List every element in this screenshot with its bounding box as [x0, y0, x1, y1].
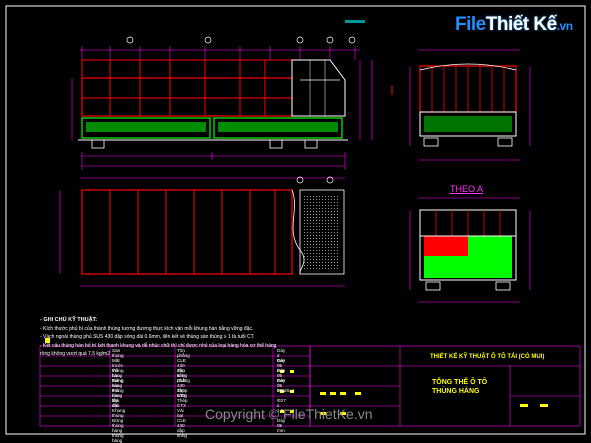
drawing-border — [5, 5, 586, 435]
logo-text-thietke: Thiết Kế — [485, 14, 557, 35]
view-label-theo-a: THEO A — [450, 184, 484, 194]
drawing-title: TỔNG THỂ Ô TÔ THÙNG HÀNG — [432, 378, 487, 396]
front-view — [409, 49, 531, 161]
notes-heading: - GHI CHÚ KỸ THUẬT: — [40, 317, 98, 323]
drawing-title-line1: TỔNG THỂ Ô TÔ — [432, 379, 488, 386]
side-view — [71, 20, 393, 170]
rear-view — [409, 197, 531, 303]
logo-text-vn: .vn — [556, 19, 573, 33]
technical-notes: - GHI CHÚ KỸ THUẬT: - Kích thước phủ bì … — [40, 316, 276, 359]
notes-line: - Vách ngoài thùng phủ SUS 430 dập sóng … — [40, 334, 255, 341]
notes-line: rồng không vượt quá 7,5 kg/m2 — [40, 351, 110, 358]
filethietke-logo: FileThiết Kế.vn — [455, 14, 573, 36]
project-title: THIẾT KẾ KỸ THUẬT Ô TÔ TẢI (CÓ MUI) — [430, 354, 545, 360]
notes-line: - Kích thước phủ bì của thành thùng tươn… — [40, 325, 254, 332]
notes-line: - Kết cấu thùng hàn bố trí bởi thanh khu… — [40, 342, 277, 349]
top-view — [59, 176, 345, 287]
drawing-title-line2: THÙNG HÀNG — [432, 388, 480, 395]
logo-text-file: File — [455, 14, 486, 35]
cad-drawing-canvas — [5, 5, 586, 435]
copyright-watermark: Copyright © FileThietKe.vn — [205, 406, 373, 422]
